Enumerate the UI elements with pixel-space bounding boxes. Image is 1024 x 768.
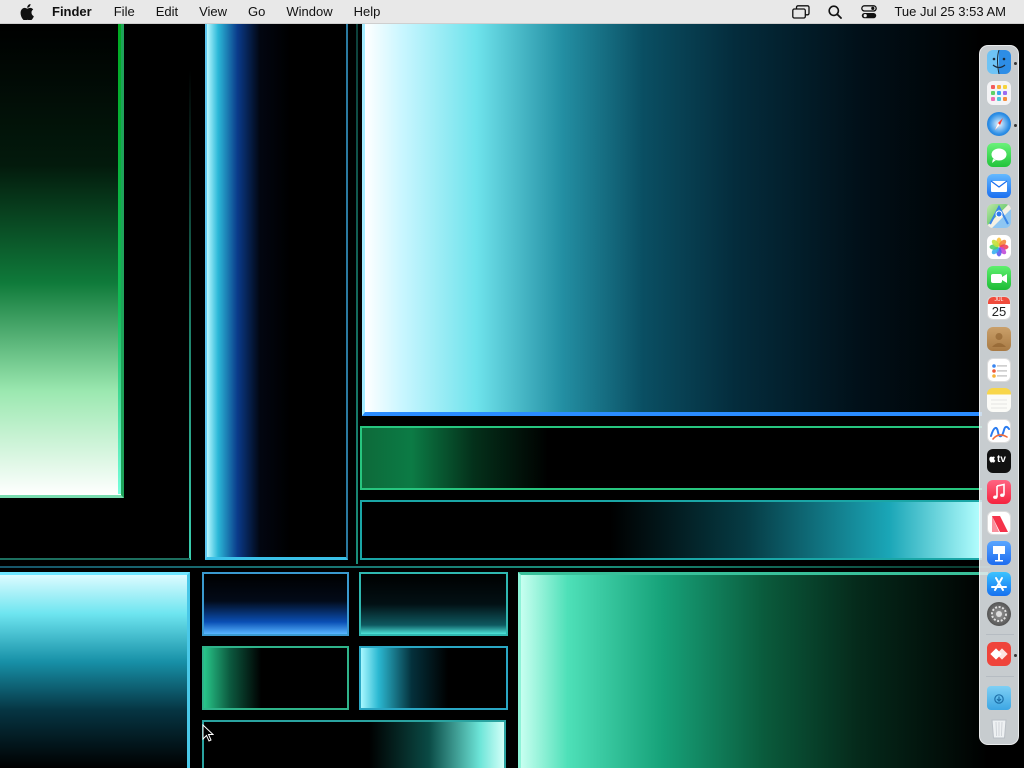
keynote-icon[interactable] <box>987 541 1011 565</box>
menu-file[interactable]: File <box>114 4 135 19</box>
wallpaper-divider <box>0 558 190 560</box>
wallpaper-pane <box>362 24 982 416</box>
reminders-icon[interactable] <box>987 358 1011 382</box>
wallpaper-pane <box>202 572 349 636</box>
running-indicator <box>1014 62 1017 65</box>
spotlight-search-icon[interactable] <box>824 4 846 20</box>
news-icon[interactable] <box>987 511 1011 535</box>
wallpaper-divider <box>189 70 191 560</box>
calendar-day: 25 <box>991 304 1007 319</box>
menu-edit[interactable]: Edit <box>156 4 178 19</box>
dock: JUL 25 tv <box>979 45 1019 745</box>
wallpaper-pane <box>360 500 982 560</box>
wallpaper-pane <box>0 24 124 498</box>
screen-mirroring-icon[interactable] <box>790 4 812 20</box>
safari-icon[interactable] <box>987 112 1011 136</box>
apple-tv-label: tv <box>997 454 1006 465</box>
freeform-icon[interactable] <box>987 419 1011 443</box>
menu-go[interactable]: Go <box>248 4 265 19</box>
wallpaper-accent-line <box>118 24 121 494</box>
trash-icon[interactable] <box>987 716 1011 740</box>
wallpaper-pane <box>0 572 190 768</box>
facetime-icon[interactable] <box>987 266 1011 290</box>
wallpaper-pane <box>518 572 988 768</box>
running-indicator <box>1014 654 1017 657</box>
menu-bar: Finder File Edit View Go Window Help Tue… <box>0 0 1024 24</box>
wallpaper-divider <box>356 24 358 564</box>
calendar-icon[interactable]: JUL 25 <box>987 296 1011 320</box>
arrow-pointer-icon <box>202 723 215 742</box>
menu-help[interactable]: Help <box>354 4 381 19</box>
menu-app-finder[interactable]: Finder <box>52 4 92 19</box>
music-icon[interactable] <box>987 480 1011 504</box>
system-settings-icon[interactable] <box>987 602 1011 626</box>
messages-icon[interactable] <box>987 143 1011 167</box>
apple-tv-icon[interactable]: tv <box>987 449 1011 473</box>
control-center-icon[interactable] <box>858 4 880 20</box>
menu-view[interactable]: View <box>199 4 227 19</box>
contacts-icon[interactable] <box>987 327 1011 351</box>
wallpaper-pane <box>205 24 348 560</box>
wallpaper-divider <box>0 566 990 568</box>
dock-separator <box>986 634 1014 635</box>
menubar-status-area: Tue Jul 25 3:53 AM <box>790 0 1024 24</box>
wallpaper-pane <box>359 572 508 636</box>
anydesk-icon[interactable] <box>987 642 1011 666</box>
menubar-clock[interactable]: Tue Jul 25 3:53 AM <box>894 4 1006 19</box>
notes-icon[interactable] <box>987 388 1011 412</box>
maps-icon[interactable] <box>987 204 1011 228</box>
launchpad-icon[interactable] <box>987 81 1011 105</box>
wallpaper-pane <box>359 646 508 710</box>
running-indicator <box>1014 124 1017 127</box>
desktop-wallpaper[interactable] <box>0 0 1024 768</box>
menu-window[interactable]: Window <box>286 4 332 19</box>
apple-logo-icon[interactable] <box>20 3 34 20</box>
wallpaper-pane <box>360 426 982 490</box>
app-store-icon[interactable] <box>987 572 1011 596</box>
downloads-folder-icon[interactable] <box>987 686 1011 710</box>
finder-icon[interactable] <box>987 50 1011 74</box>
photos-icon[interactable] <box>987 235 1011 259</box>
dock-separator <box>986 676 1014 677</box>
mail-icon[interactable] <box>987 174 1011 198</box>
wallpaper-pane <box>202 720 506 768</box>
wallpaper-pane <box>202 646 349 710</box>
